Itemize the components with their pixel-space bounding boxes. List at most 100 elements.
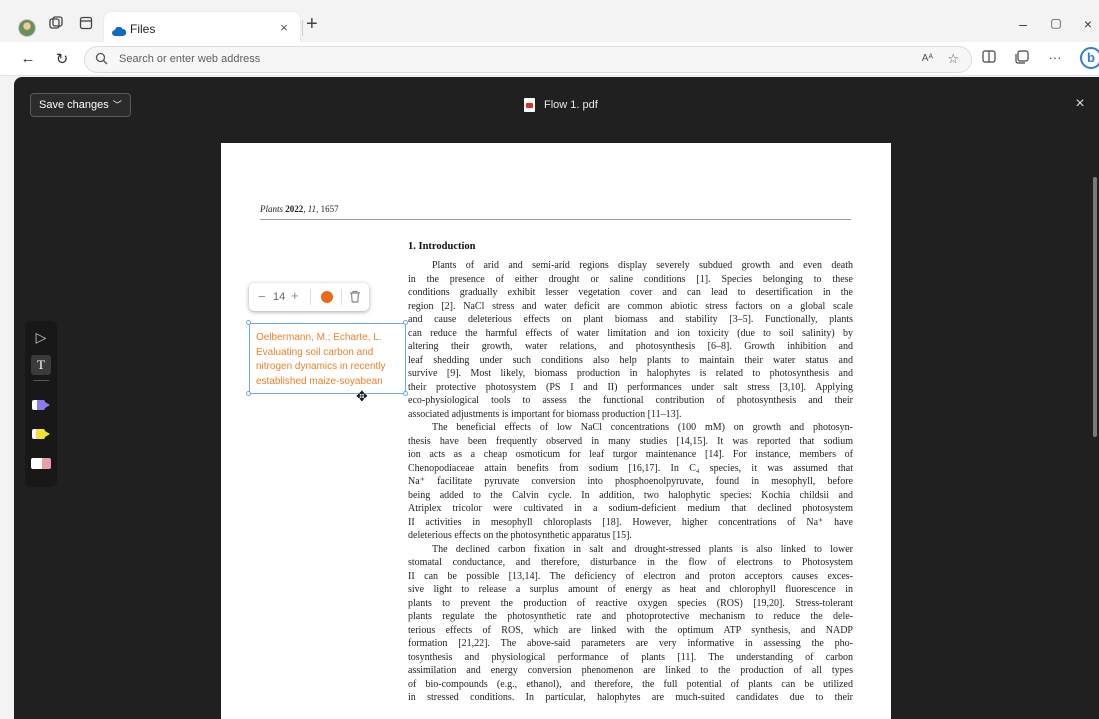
- text-color-button[interactable]: [321, 291, 333, 303]
- drawing-toolbar: ▷ T: [25, 321, 57, 487]
- body-line: tosynthesis and physiological performanc…: [408, 651, 853, 663]
- highlighter-tip: [45, 431, 50, 437]
- section-title: 1. Introduction: [408, 241, 476, 252]
- body-line: formation [21,22]. The above-said parame…: [408, 638, 853, 649]
- body-line: conditions gradually exhibit lesser vege…: [408, 287, 853, 298]
- increase-font-button[interactable]: +: [291, 288, 299, 303]
- split-screen-icon[interactable]: [979, 50, 999, 66]
- text-tool-button[interactable]: T: [25, 353, 57, 377]
- tab-actions-icon[interactable]: [78, 15, 94, 31]
- chevron-down-icon: ﹀: [112, 100, 122, 110]
- refresh-icon[interactable]: ↻: [52, 50, 72, 68]
- back-arrow-icon[interactable]: ←: [18, 50, 38, 67]
- body-line: eco-physiological tools to assess the fu…: [408, 395, 853, 406]
- toolbar-separator: [341, 289, 342, 305]
- pdf-file-icon: [524, 98, 535, 112]
- body-line: terious effects of ROS, which are linked…: [408, 624, 853, 636]
- body-line: plants regulate the photosynthetic rate …: [408, 611, 853, 622]
- toolbar-separator: [310, 289, 311, 305]
- body-line: Na⁺ facilitate pyruvate conversion into …: [408, 476, 853, 487]
- body-line: II activities in mesophyll chloroplasts …: [408, 516, 853, 528]
- body-line: thesis have been frequently observed in …: [408, 435, 853, 447]
- resize-handle-top-right[interactable]: [403, 320, 408, 325]
- body-text: Plants of arid and semi-arid regions dis…: [408, 259, 853, 705]
- pen-body: [32, 400, 45, 410]
- address-placeholder: Search or enter web address: [119, 53, 261, 65]
- vertical-scrollbar[interactable]: [1093, 177, 1097, 437]
- body-line: ion acts as a cheap osmoticum for leaf t…: [408, 449, 853, 460]
- file-name: Flow 1. pdf: [544, 99, 598, 111]
- resize-handle-bottom-left[interactable]: [246, 391, 251, 396]
- tab-files[interactable]: Files ×: [104, 12, 300, 44]
- minimize-button[interactable]: –: [1013, 16, 1033, 32]
- save-changes-button[interactable]: Save changes ﹀: [30, 93, 131, 117]
- body-line: altering their growth, water relations, …: [408, 341, 853, 352]
- read-aloud-icon[interactable]: Aᴬ: [922, 53, 933, 64]
- profile-avatar[interactable]: [18, 19, 36, 37]
- annotation-line: established maize-soyabean: [256, 375, 383, 387]
- body-line: associated adjustments is important for …: [408, 408, 682, 420]
- copilot-icon[interactable]: b: [1080, 47, 1099, 69]
- move-cursor-icon: ✥: [356, 388, 368, 404]
- viewer-header: Save changes ﹀ Flow 1. pdf ×: [14, 77, 1099, 135]
- address-bar-row: ← ↻ Search or enter web address Aᴬ ☆: [0, 42, 1099, 76]
- journal-volume: 11: [307, 204, 317, 214]
- search-icon: [95, 52, 108, 70]
- highlighter-tool-yellow[interactable]: [25, 422, 57, 446]
- resize-handle-top-left[interactable]: [246, 320, 251, 325]
- body-line: leaf shedding under such conditions also…: [408, 354, 853, 366]
- body-line: plants to prevent the production of reac…: [408, 597, 853, 609]
- annotation-line: Oelbermann, M.; Echarte, L.: [256, 332, 382, 343]
- body-line: being added to the Calvin cycle. In addi…: [408, 489, 853, 501]
- body-line: can reduce the harmful effects of water …: [408, 327, 853, 339]
- pen-tip: [45, 402, 50, 408]
- tab-close-icon[interactable]: ×: [276, 20, 292, 35]
- body-line: The declined carbon fixation in salt and…: [432, 543, 853, 555]
- body-line: in stressed conditions. In particular, h…: [408, 692, 853, 703]
- body-line: and cause deleterious effects on plant b…: [408, 314, 853, 325]
- eraser-icon: [31, 457, 51, 469]
- decrease-font-button[interactable]: −: [258, 289, 266, 304]
- new-tab-button[interactable]: +: [306, 14, 318, 34]
- window-close-button[interactable]: ×: [1078, 16, 1098, 32]
- select-tool-icon[interactable]: ▷: [25, 325, 57, 349]
- annotation-line: nitrogen dynamics in recently: [256, 361, 386, 372]
- toolbar-divider: [33, 380, 49, 381]
- pdf-viewer: Save changes ﹀ Flow 1. pdf × ▷ T Plants …: [14, 77, 1099, 719]
- file-title: Flow 1. pdf: [524, 98, 598, 112]
- body-line: Atriplex tricolor were cultivated in a s…: [408, 503, 853, 514]
- body-line: Plants of arid and semi-arid regions dis…: [432, 260, 853, 271]
- article-number: , 1657: [316, 204, 339, 214]
- body-line: assimilation and energy conversion pheno…: [408, 665, 853, 676]
- body-line: deleterious effects on the photosyntheti…: [408, 530, 632, 541]
- annotation-line: Evaluating soil carbon and: [256, 346, 374, 358]
- body-line: sive light to release a surplus amount o…: [408, 584, 853, 595]
- body-line: II can be possible [13,14]. The deficien…: [408, 570, 853, 582]
- body-line: in the presence of either drought or sal…: [408, 273, 853, 285]
- address-input[interactable]: Search or enter web address Aᴬ ☆: [84, 46, 972, 73]
- collections-icon[interactable]: [1012, 50, 1032, 67]
- viewer-close-icon[interactable]: ×: [1072, 95, 1088, 113]
- more-options-icon[interactable]: ···: [1045, 50, 1065, 65]
- pen-tool-purple[interactable]: [25, 393, 57, 417]
- body-line: of bio-compounds (e.g., ethanol), and th…: [408, 678, 853, 690]
- text-annotation-box[interactable]: Oelbermann, M.; Echarte, L. Evaluating s…: [249, 323, 406, 394]
- eraser-tool[interactable]: [25, 451, 57, 475]
- tab-separator: [302, 20, 303, 36]
- pdf-page: Plants 2022, 11, 1657 1. Introduction Pl…: [221, 143, 891, 719]
- running-head: Plants 2022, 11, 1657: [260, 204, 339, 214]
- maximize-button[interactable]: ▢: [1046, 16, 1066, 30]
- body-line: region [2]. NaCl stress and water defici…: [408, 300, 853, 312]
- highlighter-body: [32, 429, 45, 439]
- annotation-format-toolbar: − 14 +: [249, 283, 369, 311]
- trash-icon[interactable]: [349, 290, 361, 308]
- body-line: The beneficial effects of low NaCl conce…: [432, 422, 853, 433]
- workspaces-icon[interactable]: [48, 15, 64, 31]
- body-line: Chenopodiaceae attain benefits from sodi…: [408, 462, 853, 474]
- pen-icon: [32, 400, 50, 410]
- resize-handle-bottom-right[interactable]: [403, 391, 408, 396]
- highlighter-icon: [32, 429, 50, 439]
- journal-name: Plants: [260, 204, 284, 214]
- favorite-star-icon[interactable]: ☆: [947, 51, 959, 67]
- onedrive-cloud-icon: [112, 23, 127, 41]
